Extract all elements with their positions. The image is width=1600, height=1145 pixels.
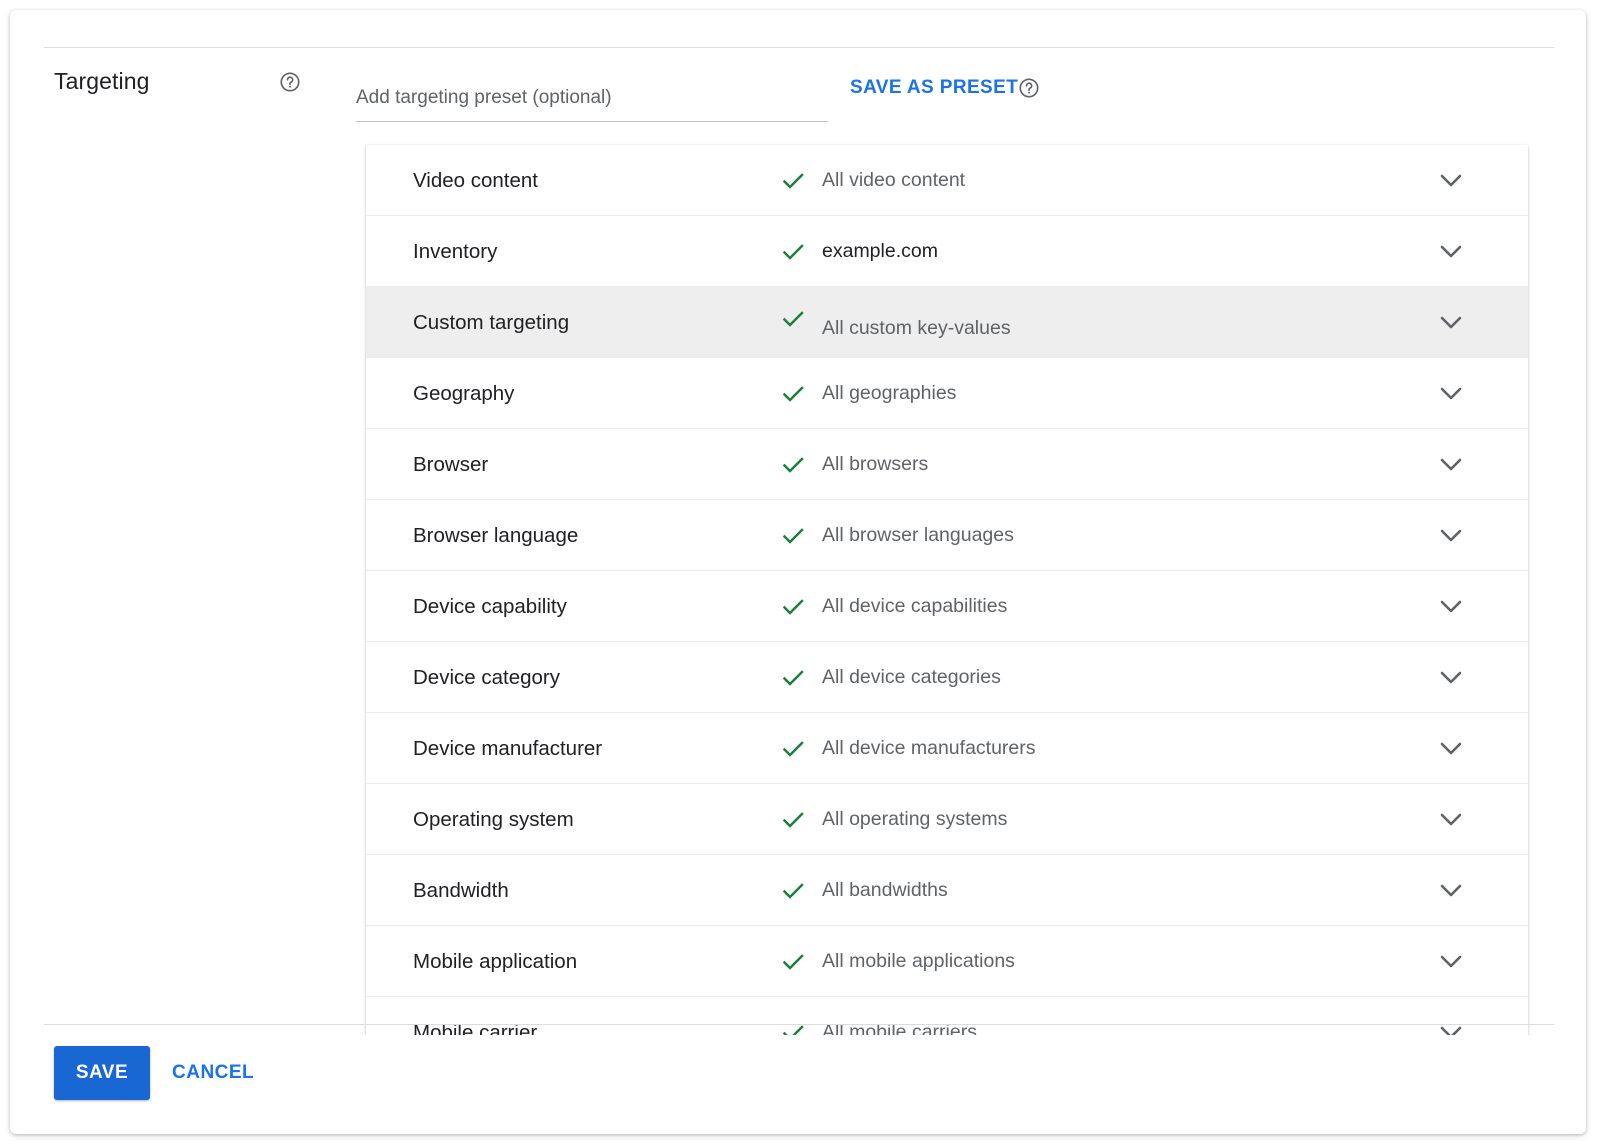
targeting-row-value: All device capabilities xyxy=(822,595,1008,617)
checkmark-icon xyxy=(781,169,805,193)
targeting-row[interactable]: Operating system All operating systems xyxy=(366,784,1528,855)
targeting-row-label: Mobile application xyxy=(413,950,578,973)
targeting-row-value: All device categories xyxy=(822,666,1001,688)
targeting-row-label: Geography xyxy=(413,382,515,405)
targeting-row-value: All custom key-values xyxy=(822,317,1011,339)
chevron-down-icon[interactable] xyxy=(1437,1019,1465,1035)
help-circle-icon[interactable] xyxy=(278,70,302,94)
targeting-row-label: Device manufacturer xyxy=(413,737,603,760)
chevron-down-icon[interactable] xyxy=(1437,877,1465,905)
targeting-row[interactable]: Geography All geographies xyxy=(366,358,1528,429)
targeting-row-value: All browsers xyxy=(822,453,929,475)
targeting-row-label: Device capability xyxy=(413,595,567,618)
chevron-down-icon[interactable] xyxy=(1437,593,1465,621)
targeting-row[interactable]: Custom targeting All custom key-values xyxy=(366,287,1528,358)
targeting-preset-field[interactable] xyxy=(356,70,828,122)
help-circle-icon[interactable] xyxy=(1017,76,1041,100)
cancel-button[interactable]: CANCEL xyxy=(172,1046,254,1100)
targeting-row-label: Bandwidth xyxy=(413,879,509,902)
chevron-down-icon[interactable] xyxy=(1437,309,1465,337)
checkmark-icon xyxy=(781,879,805,903)
targeting-row-label: Inventory xyxy=(413,240,498,263)
targeting-row[interactable]: Device category All device categories xyxy=(366,642,1528,713)
targeting-row-label: Browser language xyxy=(413,524,579,547)
targeting-row-label: Mobile carrier xyxy=(413,1021,538,1035)
save-as-preset-button[interactable]: SAVE AS PRESET xyxy=(850,76,1018,100)
targeting-card: Targeting SAVE AS PRESET Video content Al… xyxy=(10,10,1586,1134)
chevron-down-icon[interactable] xyxy=(1437,948,1465,976)
checkmark-icon xyxy=(781,808,805,832)
targeting-row-label: Operating system xyxy=(413,808,574,831)
targeting-row-value: example.com xyxy=(822,240,938,262)
targeting-row-value: All browser languages xyxy=(822,524,1014,546)
targeting-row[interactable]: Bandwidth All bandwidths xyxy=(366,855,1528,926)
targeting-row-value: All geographies xyxy=(822,382,957,404)
save-button[interactable]: SAVE xyxy=(54,1046,150,1100)
targeting-row-label: Browser xyxy=(413,453,489,476)
top-divider xyxy=(44,47,1554,48)
chevron-down-icon[interactable] xyxy=(1437,380,1465,408)
chevron-down-icon[interactable] xyxy=(1437,735,1465,763)
chevron-down-icon[interactable] xyxy=(1437,167,1465,195)
targeting-row-value: All bandwidths xyxy=(822,879,948,901)
targeting-row[interactable]: Mobile carrier All mobile carriers xyxy=(366,997,1528,1035)
targeting-row-label: Custom targeting xyxy=(413,311,570,334)
checkmark-icon xyxy=(781,950,805,974)
targeting-row[interactable]: Video content All video content xyxy=(366,145,1528,216)
chevron-down-icon[interactable] xyxy=(1437,806,1465,834)
targeting-row[interactable]: Browser All browsers xyxy=(366,429,1528,500)
section-title: Targeting xyxy=(54,68,150,94)
checkmark-icon xyxy=(781,595,805,619)
targeting-row-label: Video content xyxy=(413,169,539,192)
checkmark-icon xyxy=(781,524,805,548)
checkmark-icon xyxy=(781,307,805,331)
checkmark-icon xyxy=(781,382,805,406)
chevron-down-icon[interactable] xyxy=(1437,451,1465,479)
chevron-down-icon[interactable] xyxy=(1437,664,1465,692)
checkmark-icon xyxy=(781,453,805,477)
targeting-row-value: All operating systems xyxy=(822,808,1008,830)
chevron-down-icon[interactable] xyxy=(1437,522,1465,550)
targeting-row[interactable]: Browser language All browser languages xyxy=(366,500,1528,571)
targeting-row-value: All device manufacturers xyxy=(822,737,1036,759)
bottom-divider xyxy=(44,1024,1554,1025)
targeting-row-value: All video content xyxy=(822,169,966,191)
targeting-row[interactable]: Device capability All device capabilities xyxy=(366,571,1528,642)
targeting-list-viewport[interactable]: Video content All video content Inventory e… xyxy=(340,135,1540,1035)
targeting-list: Video content All video content Inventory e… xyxy=(366,145,1528,1035)
targeting-row[interactable]: Inventory example.com xyxy=(366,216,1528,287)
targeting-row-value: All mobile carriers xyxy=(822,1021,977,1035)
targeting-row-value: All mobile applications xyxy=(822,950,1015,972)
checkmark-icon xyxy=(781,240,805,264)
checkmark-icon xyxy=(781,737,805,761)
targeting-preset-input[interactable] xyxy=(356,70,828,121)
targeting-row[interactable]: Device manufacturer All device manufactur… xyxy=(366,713,1528,784)
targeting-row-label: Device category xyxy=(413,666,560,689)
targeting-row[interactable]: Mobile application All mobile application… xyxy=(366,926,1528,997)
checkmark-icon xyxy=(781,666,805,690)
chevron-down-icon[interactable] xyxy=(1437,238,1465,266)
